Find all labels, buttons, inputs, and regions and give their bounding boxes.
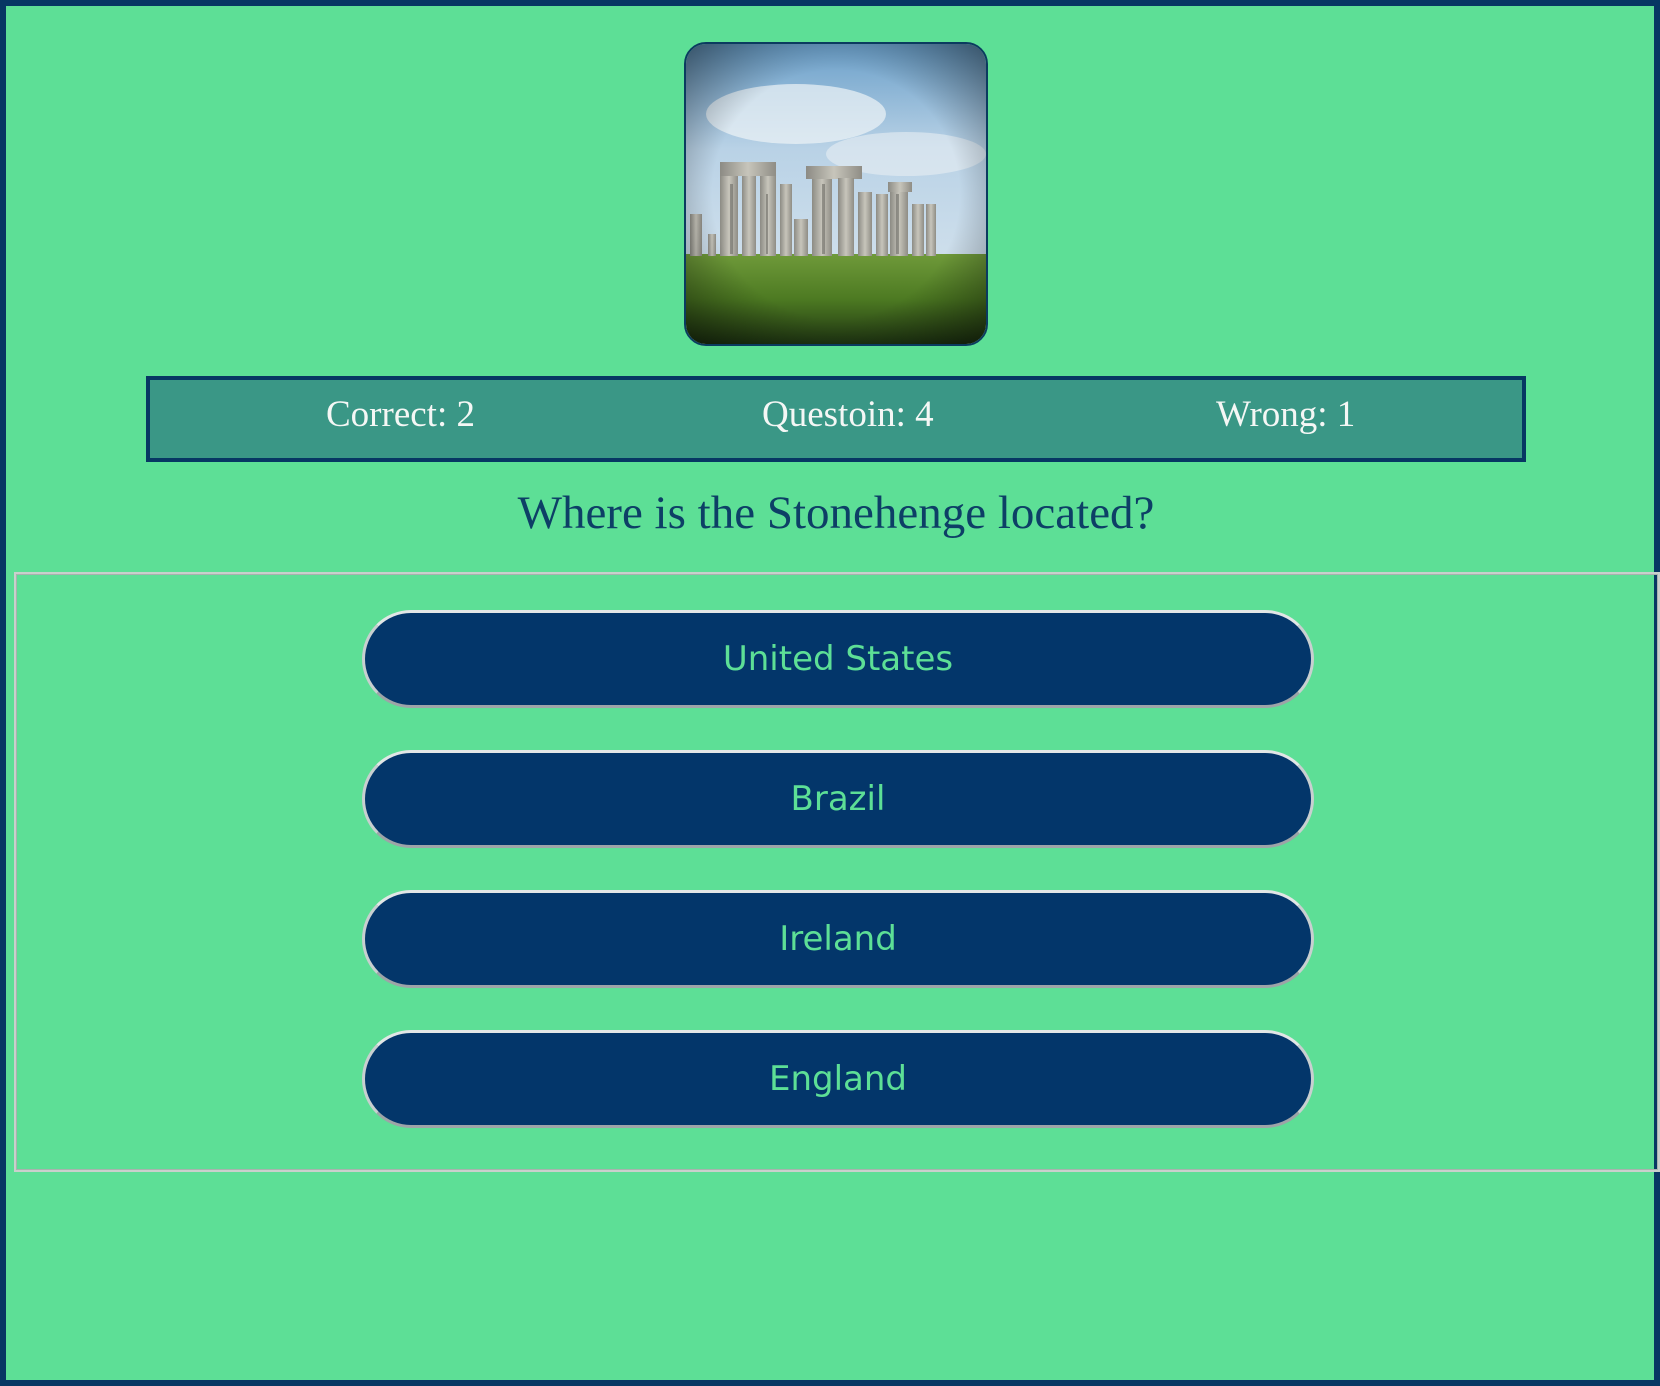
score-bar: Correct: 2 Questoin: 4 Wrong: 1 <box>146 376 1526 462</box>
question-number: Questoin: 4 <box>762 394 934 435</box>
answer-button-ireland[interactable]: Ireland <box>362 890 1314 988</box>
quiz-page: Correct: 2 Questoin: 4 Wrong: 1 Where is… <box>0 0 1660 1386</box>
stonehenge-image <box>686 44 986 344</box>
answers-panel: United States Brazil Ireland England <box>14 572 1660 1172</box>
wrong-count: Wrong: 1 <box>1216 394 1356 435</box>
answer-button-brazil[interactable]: Brazil <box>362 750 1314 848</box>
question-text: Where is the Stonehenge located? <box>517 487 1155 539</box>
stonehenge-photo <box>684 42 988 346</box>
answer-button-united-states[interactable]: United States <box>362 610 1314 708</box>
answer-button-england[interactable]: England <box>362 1030 1314 1128</box>
correct-count: Correct: 2 <box>326 394 475 435</box>
